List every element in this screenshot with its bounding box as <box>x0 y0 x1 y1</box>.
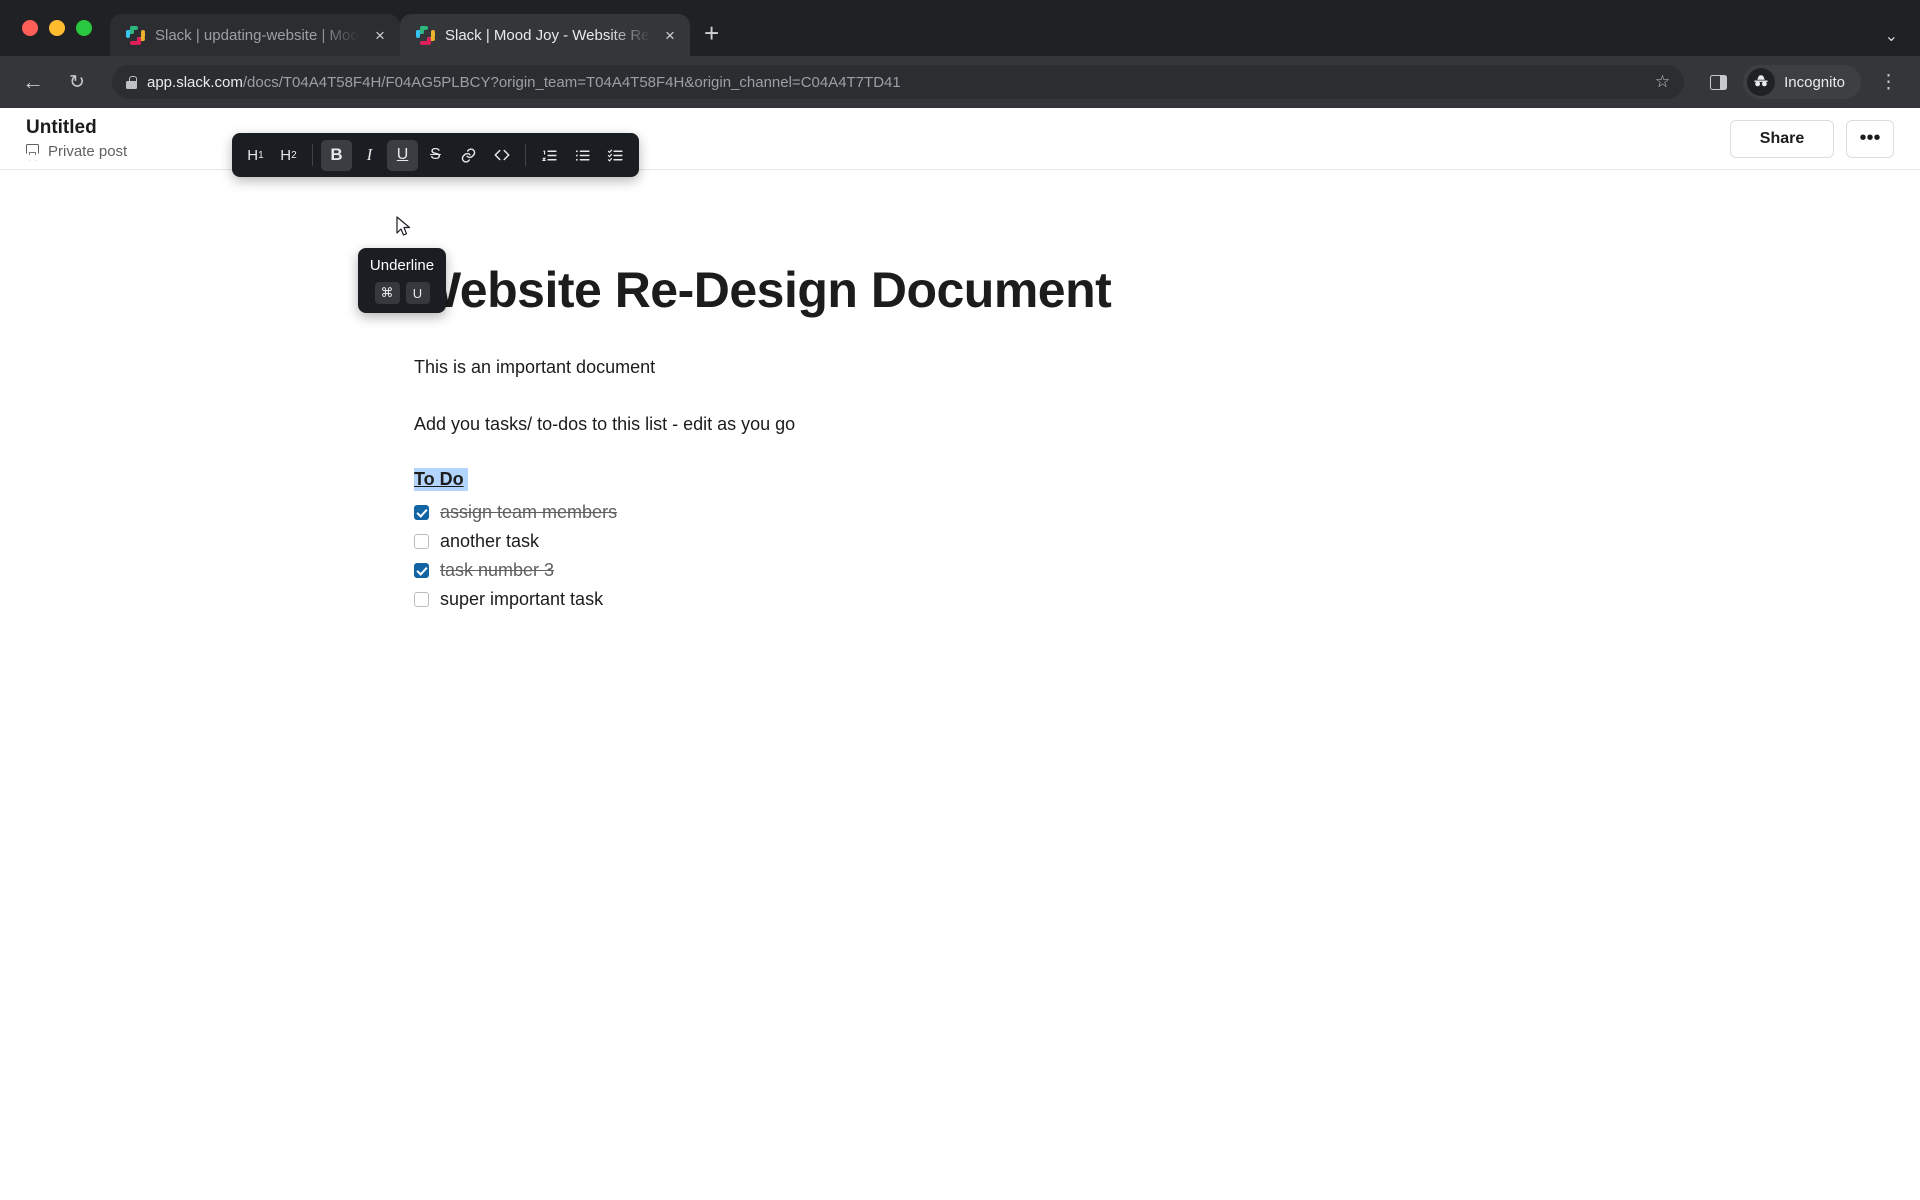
document-paragraph-1[interactable]: This is an important document <box>414 354 1920 381</box>
list-checklist-icon <box>607 149 623 162</box>
tooltip-key-letter: U <box>405 282 430 304</box>
todo-checkbox[interactable] <box>414 505 429 520</box>
link-button[interactable] <box>453 140 484 171</box>
close-tab-2-button[interactable]: × <box>660 27 680 44</box>
browser-tab-2[interactable]: Slack | Mood Joy - Website Re-Design Doc… <box>400 14 690 56</box>
document-paragraph-2[interactable]: Add you tasks/ to-dos to this list - edi… <box>414 411 1920 438</box>
bookmark-star-icon[interactable]: ☆ <box>1655 72 1670 92</box>
list-bulleted-icon <box>575 149 590 161</box>
document-header-actions: Share ••• <box>1730 119 1894 158</box>
profile-incognito-button[interactable]: Incognito <box>1743 65 1861 99</box>
browser-tab-1[interactable]: Slack | updating-website | Mood Joy × <box>110 14 400 56</box>
ordered-list-button[interactable] <box>534 140 565 171</box>
code-icon <box>494 149 509 161</box>
browser-toolbar: ← ↻ app.slack.com/docs/T04A4T58F4H/F04AG… <box>0 56 1920 108</box>
list-ordered-icon <box>541 150 557 161</box>
slack-icon <box>416 25 435 45</box>
incognito-hat-icon <box>1747 68 1776 96</box>
window-controls <box>14 0 110 56</box>
heading-1-label: H <box>247 146 259 164</box>
todo-section: To Do assign team members another task t… <box>414 467 1920 612</box>
link-icon <box>461 147 476 163</box>
todo-checkbox[interactable] <box>414 563 429 578</box>
bookmark-icon <box>26 143 39 161</box>
todo-label[interactable]: another task <box>440 531 539 552</box>
new-tab-button[interactable]: + <box>690 20 733 56</box>
document-heading[interactable]: Website Re-Design Document <box>414 262 1920 320</box>
italic-button[interactable]: I <box>354 140 385 171</box>
reload-button[interactable]: ↻ <box>58 63 96 101</box>
lock-icon <box>126 75 137 89</box>
code-button[interactable] <box>486 140 517 171</box>
maximize-window-button[interactable] <box>76 20 92 36</box>
url-host: app.slack.com <box>147 73 243 91</box>
tooltip-shortcut: ⌘ U <box>374 282 430 304</box>
slack-icon <box>126 25 145 45</box>
browser-window: Slack | updating-website | Mood Joy × Sl… <box>0 0 1920 1200</box>
heading-2-sub: 2 <box>291 149 297 161</box>
bookmark-icon-glyph <box>28 151 37 161</box>
bulleted-list-button[interactable] <box>567 140 598 171</box>
strikethrough-button[interactable]: S <box>420 140 451 171</box>
toolbar-divider <box>312 144 313 166</box>
todo-label[interactable]: task number 3 <box>440 560 554 581</box>
todo-item[interactable]: another task <box>414 530 1920 554</box>
close-window-button[interactable] <box>22 20 38 36</box>
tab-search-chevron-down-icon[interactable]: ⌄ <box>1885 26 1898 46</box>
formatting-toolbar: H1 H2 B I U S <box>232 133 639 177</box>
browser-tab-2-title: Slack | Mood Joy - Website Re-Design Doc… <box>445 26 650 44</box>
document-title-block: Untitled Private post <box>26 117 128 161</box>
back-button[interactable]: ← <box>14 63 52 101</box>
todo-item[interactable]: super important task <box>414 588 1920 612</box>
heading-2-label: H <box>280 146 292 164</box>
document-header: Untitled Private post Share ••• H1 H 2 B… <box>0 108 1920 313</box>
document-visibility-label: Private post <box>48 143 128 160</box>
more-options-button[interactable]: ••• <box>1846 119 1894 158</box>
toolbar-divider <box>525 144 526 166</box>
chrome-menu-button[interactable]: ⋮ <box>1867 71 1906 94</box>
tooltip-title: Underline <box>369 257 435 274</box>
todo-item[interactable]: assign team members <box>414 501 1920 525</box>
side-panel-icon <box>1710 74 1728 90</box>
document-visibility: Private post <box>26 143 128 161</box>
todo-list: assign team members another task task nu… <box>414 501 1920 612</box>
todo-label[interactable]: assign team members <box>440 502 617 523</box>
page-content: Untitled Private post Share ••• H1 H 2 B… <box>0 108 1920 1200</box>
todo-checkbox[interactable] <box>414 534 429 549</box>
underline-button[interactable]: U <box>387 139 418 171</box>
url-path: /docs/T04A4T58F4H/F04AG5PLBCY?origin_tea… <box>242 73 901 91</box>
document-body[interactable]: Website Re-Design Document This is an im… <box>0 170 1920 612</box>
close-tab-1-button[interactable]: × <box>370 27 390 44</box>
tab-strip: Slack | updating-website | Mood Joy × Sl… <box>0 0 1920 56</box>
tooltip-key-command: ⌘ <box>374 282 400 304</box>
todo-checkbox[interactable] <box>414 592 429 607</box>
tab-strip-right: ⌄ <box>1885 26 1920 56</box>
side-panel-button[interactable] <box>1700 74 1737 90</box>
todo-item[interactable]: task number 3 <box>414 559 1920 583</box>
heading-2-button[interactable]: H2 <box>273 140 304 171</box>
profile-label: Incognito <box>1784 73 1845 91</box>
address-bar[interactable]: app.slack.com/docs/T04A4T58F4H/F04AG5PLB… <box>112 65 1685 99</box>
url-text: app.slack.com/docs/T04A4T58F4H/F04AG5PLB… <box>147 74 901 91</box>
heading-1-button[interactable]: H1 <box>240 140 271 171</box>
underline-tooltip: Underline ⌘ U <box>358 248 446 313</box>
heading-1-sub: 1 <box>258 149 264 161</box>
checklist-button[interactable] <box>600 140 631 171</box>
todo-heading[interactable]: To Do <box>414 467 468 491</box>
mouse-cursor <box>396 216 411 236</box>
minimize-window-button[interactable] <box>49 20 65 36</box>
page-title[interactable]: Untitled <box>26 117 127 139</box>
browser-tab-1-title: Slack | updating-website | Mood Joy <box>155 26 360 44</box>
bold-button[interactable]: B <box>321 139 352 171</box>
todo-label[interactable]: super important task <box>440 589 603 610</box>
share-button[interactable]: Share <box>1730 119 1834 158</box>
address-bar-actions: ☆ <box>1655 72 1670 92</box>
